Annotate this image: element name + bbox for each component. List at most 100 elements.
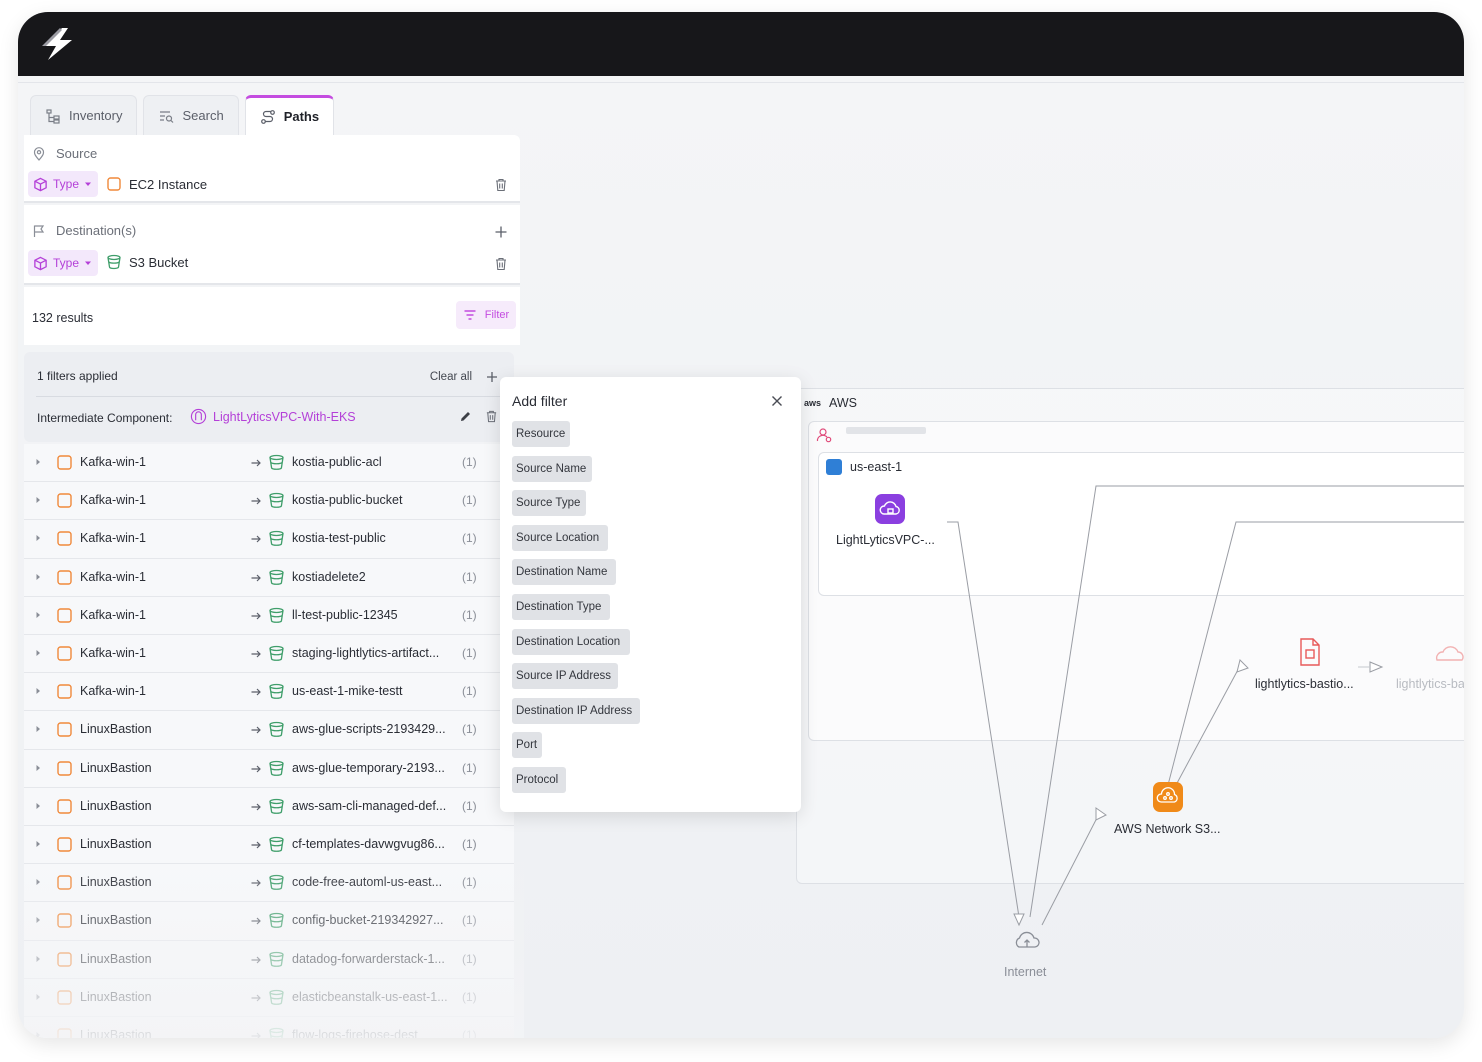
- chevron-right-icon[interactable]: [34, 534, 42, 542]
- chevron-right-icon[interactable]: [34, 993, 42, 1001]
- arrow-right-icon: [251, 803, 261, 811]
- network-node-label[interactable]: AWS Network S3...: [1114, 822, 1221, 836]
- pencil-icon[interactable]: [459, 410, 472, 423]
- chevron-right-icon[interactable]: [34, 916, 42, 924]
- trash-icon[interactable]: [494, 257, 508, 271]
- path-destination-name: elasticbeanstalk-us-east-1...: [292, 989, 448, 1004]
- aws-logo-icon: aws: [804, 398, 822, 408]
- bastion2-node-icon[interactable]: [1434, 643, 1464, 663]
- filter-option-destination-name[interactable]: Destination Name: [512, 559, 616, 586]
- chevron-right-icon[interactable]: [34, 649, 42, 657]
- chevron-right-icon[interactable]: [34, 496, 42, 504]
- tree-icon: [46, 108, 60, 124]
- table-row[interactable]: Kafka-win-1 kostiadelete2 (1): [24, 558, 514, 597]
- path-count: (1): [462, 951, 477, 966]
- chevron-right-icon[interactable]: [34, 1031, 42, 1038]
- destination-type-dropdown[interactable]: Type: [28, 250, 98, 276]
- table-row[interactable]: LinuxBastion aws-glue-scripts-2193429... (…: [24, 711, 514, 750]
- filter-option-port[interactable]: Port: [512, 732, 542, 759]
- path-source-name: LinuxBastion: [80, 1028, 152, 1038]
- filter-option-destination-type[interactable]: Destination Type: [512, 594, 610, 620]
- arrow-right-icon: [251, 879, 261, 887]
- path-count: (1): [462, 569, 477, 584]
- chevron-right-icon[interactable]: [34, 573, 42, 581]
- trash-icon[interactable]: [485, 410, 498, 423]
- chevron-right-icon[interactable]: [34, 687, 42, 695]
- filter-option-source-ip-address[interactable]: Source IP Address: [512, 663, 618, 690]
- path-results-list: Kafka-win-1 kostia-public-acl (1) Kafka-win…: [24, 444, 514, 1038]
- region-group[interactable]: [818, 452, 1464, 596]
- chevron-right-icon[interactable]: [34, 764, 42, 772]
- add-filter-icon[interactable]: [486, 371, 498, 383]
- table-row[interactable]: LinuxBastion datadog-forwarderstack-1... (…: [24, 940, 514, 979]
- source-type-dropdown[interactable]: Type: [28, 171, 98, 197]
- table-row[interactable]: Kafka-win-1 ll-test-public-12345 (1): [24, 596, 514, 635]
- filter-option-source-location[interactable]: Source Location: [512, 524, 608, 551]
- internet-node-icon[interactable]: [1012, 929, 1042, 951]
- table-row[interactable]: LinuxBastion code-free-automl-us-east... (…: [24, 864, 514, 903]
- results-bar: 132 results Filter: [24, 287, 520, 345]
- route-icon: [260, 109, 275, 124]
- ec2-instance-icon: [57, 990, 72, 1005]
- tab-inventory[interactable]: Inventory: [30, 95, 138, 135]
- view-tabs: Inventory Search Paths: [30, 95, 335, 135]
- table-row[interactable]: Kafka-win-1 us-east-1-mike-testt (1): [24, 673, 514, 712]
- s3-bucket-icon: [269, 1027, 284, 1038]
- filter-option-source-name[interactable]: Source Name: [512, 455, 592, 482]
- path-source-name: LinuxBastion: [80, 722, 152, 737]
- internet-node-label[interactable]: Internet: [1004, 965, 1046, 979]
- table-row[interactable]: LinuxBastion aws-glue-temporary-2193... (1…: [24, 749, 514, 788]
- network-node-icon[interactable]: [1153, 782, 1183, 812]
- table-row[interactable]: Kafka-win-1 kostia-public-bucket (1): [24, 482, 514, 521]
- vpc-node-icon[interactable]: [875, 494, 905, 524]
- table-row[interactable]: Kafka-win-1 kostia-public-acl (1): [24, 444, 514, 483]
- bastion-node-icon[interactable]: [1298, 637, 1322, 667]
- table-row[interactable]: LinuxBastion config-bucket-219342927... (1…: [24, 902, 514, 941]
- bastion2-node-label[interactable]: lightlytics-ba: [1396, 677, 1464, 691]
- chevron-right-icon[interactable]: [34, 611, 42, 619]
- chevron-right-icon[interactable]: [34, 878, 42, 886]
- filter-icon: [464, 310, 476, 320]
- chevron-right-icon[interactable]: [34, 955, 42, 963]
- chevron-right-icon[interactable]: [34, 725, 42, 733]
- caret-down-icon: [85, 261, 92, 265]
- table-row[interactable]: Kafka-win-1 kostia-test-public (1): [24, 520, 514, 559]
- table-row[interactable]: LinuxBastion aws-sam-cli-managed-def... (1…: [24, 787, 514, 826]
- add-destination-icon[interactable]: [494, 225, 508, 239]
- filter-option-destination-location[interactable]: Destination Location: [512, 628, 630, 655]
- filter-option-source-type[interactable]: Source Type: [512, 490, 586, 517]
- table-row[interactable]: LinuxBastion elasticbeanstalk-us-east-1..…: [24, 978, 514, 1017]
- chevron-right-icon[interactable]: [34, 458, 42, 466]
- path-count: (1): [462, 607, 477, 622]
- arrow-right-icon: [251, 497, 261, 505]
- tab-paths[interactable]: Paths: [244, 95, 335, 135]
- filter-option-protocol[interactable]: Protocol: [512, 767, 566, 793]
- ec2-instance-icon: [57, 493, 72, 508]
- source-entity[interactable]: EC2 Instance: [106, 176, 207, 192]
- filter-button[interactable]: Filter: [456, 301, 516, 329]
- path-source-name: Kafka-win-1: [80, 607, 146, 622]
- lightning-logo-icon[interactable]: [38, 26, 78, 62]
- chevron-right-icon[interactable]: [34, 802, 42, 810]
- tab-search[interactable]: Search: [143, 95, 239, 135]
- filter-option-destination-ip-address[interactable]: Destination IP Address: [512, 697, 640, 724]
- table-row[interactable]: LinuxBastion cf-templates-davwgvug86... (1…: [24, 826, 514, 865]
- table-row[interactable]: LinuxBastion flow-logs-firehose-dest (1): [24, 1017, 514, 1038]
- path-count: (1): [462, 722, 477, 737]
- bastion-node-label[interactable]: lightlytics-bastio...: [1255, 677, 1354, 691]
- destination-section: Destination(s) Type S3 Bucket: [24, 205, 520, 285]
- arrow-right-icon: [251, 765, 261, 773]
- s3-bucket-icon: [269, 454, 284, 470]
- s3-bucket-icon: [107, 254, 121, 270]
- filter-option-resource[interactable]: Resource: [512, 421, 570, 447]
- table-row[interactable]: Kafka-win-1 staging-lightlytics-artifact.…: [24, 635, 514, 674]
- paths-panel: Source Type EC2 Instance Destination(s) …: [24, 135, 524, 1038]
- destination-entity[interactable]: S3 Bucket: [106, 254, 188, 270]
- path-destination-name: ll-test-public-12345: [292, 607, 398, 622]
- filter-value[interactable]: LightLyticsVPC-With-EKS: [190, 408, 356, 425]
- chevron-right-icon[interactable]: [34, 840, 42, 848]
- close-icon[interactable]: [771, 395, 783, 407]
- clear-all-link[interactable]: Clear all: [430, 371, 472, 383]
- vpc-node-label[interactable]: LightLyticsVPC-...: [836, 533, 935, 547]
- trash-icon[interactable]: [494, 178, 508, 192]
